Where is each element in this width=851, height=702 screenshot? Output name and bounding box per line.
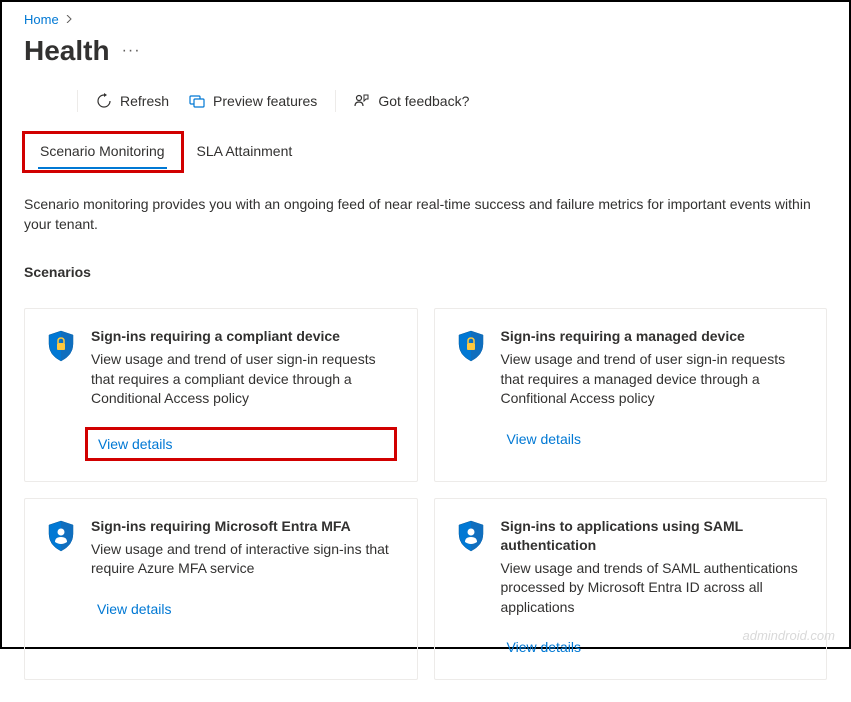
scenario-card-saml-auth: Sign-ins to applications using SAML auth… (434, 498, 828, 681)
refresh-icon (96, 93, 112, 109)
scenario-card-entra-mfa: Sign-ins requiring Microsoft Entra MFA V… (24, 498, 418, 681)
feedback-person-icon (354, 93, 370, 109)
preview-icon (189, 93, 205, 109)
shield-user-icon (45, 519, 77, 555)
card-title: Sign-ins requiring a managed device (501, 327, 807, 346)
breadcrumb: Home (24, 12, 827, 27)
preview-features-button[interactable]: Preview features (179, 89, 327, 113)
refresh-label: Refresh (120, 93, 169, 109)
tabs: Scenario Monitoring SLA Attainment (24, 133, 827, 169)
shield-lock-icon (455, 329, 487, 365)
page-title: Health (24, 35, 110, 67)
more-actions-icon[interactable]: ··· (122, 42, 141, 60)
card-title: Sign-ins requiring a compliant device (91, 327, 397, 346)
feedback-label: Got feedback? (378, 93, 469, 109)
page-description: Scenario monitoring provides you with an… (24, 195, 827, 234)
card-description: View usage and trend of interactive sign… (91, 540, 397, 579)
view-details-link[interactable]: View details (85, 427, 397, 461)
view-details-link[interactable]: View details (91, 597, 397, 621)
shield-user-icon (455, 519, 487, 555)
page-header: Health ··· (24, 35, 827, 67)
card-title: Sign-ins requiring Microsoft Entra MFA (91, 517, 397, 536)
shield-lock-icon (45, 329, 77, 365)
chevron-right-icon (65, 14, 73, 26)
toolbar-divider (335, 90, 336, 112)
card-title: Sign-ins to applications using SAML auth… (501, 517, 807, 555)
view-details-link[interactable]: View details (501, 427, 807, 451)
breadcrumb-home-link[interactable]: Home (24, 12, 59, 27)
feedback-button[interactable]: Got feedback? (344, 89, 479, 113)
cards-grid: Sign-ins requiring a compliant device Vi… (24, 308, 827, 680)
tab-sla-attainment[interactable]: SLA Attainment (181, 133, 309, 169)
card-description: View usage and trend of user sign-in req… (501, 350, 807, 409)
card-description: View usage and trend of user sign-in req… (91, 350, 397, 409)
preview-label: Preview features (213, 93, 317, 109)
scenario-card-managed-device: Sign-ins requiring a managed device View… (434, 308, 828, 482)
scenarios-heading: Scenarios (24, 264, 827, 280)
toolbar: Refresh Preview features Got feedback? (24, 89, 827, 113)
tab-scenario-monitoring[interactable]: Scenario Monitoring (24, 133, 181, 169)
scenario-card-compliant-device: Sign-ins requiring a compliant device Vi… (24, 308, 418, 482)
card-description: View usage and trends of SAML authentica… (501, 559, 807, 618)
refresh-button[interactable]: Refresh (86, 89, 179, 113)
watermark-text: admindroid.com (743, 628, 836, 643)
toolbar-divider (77, 90, 78, 112)
